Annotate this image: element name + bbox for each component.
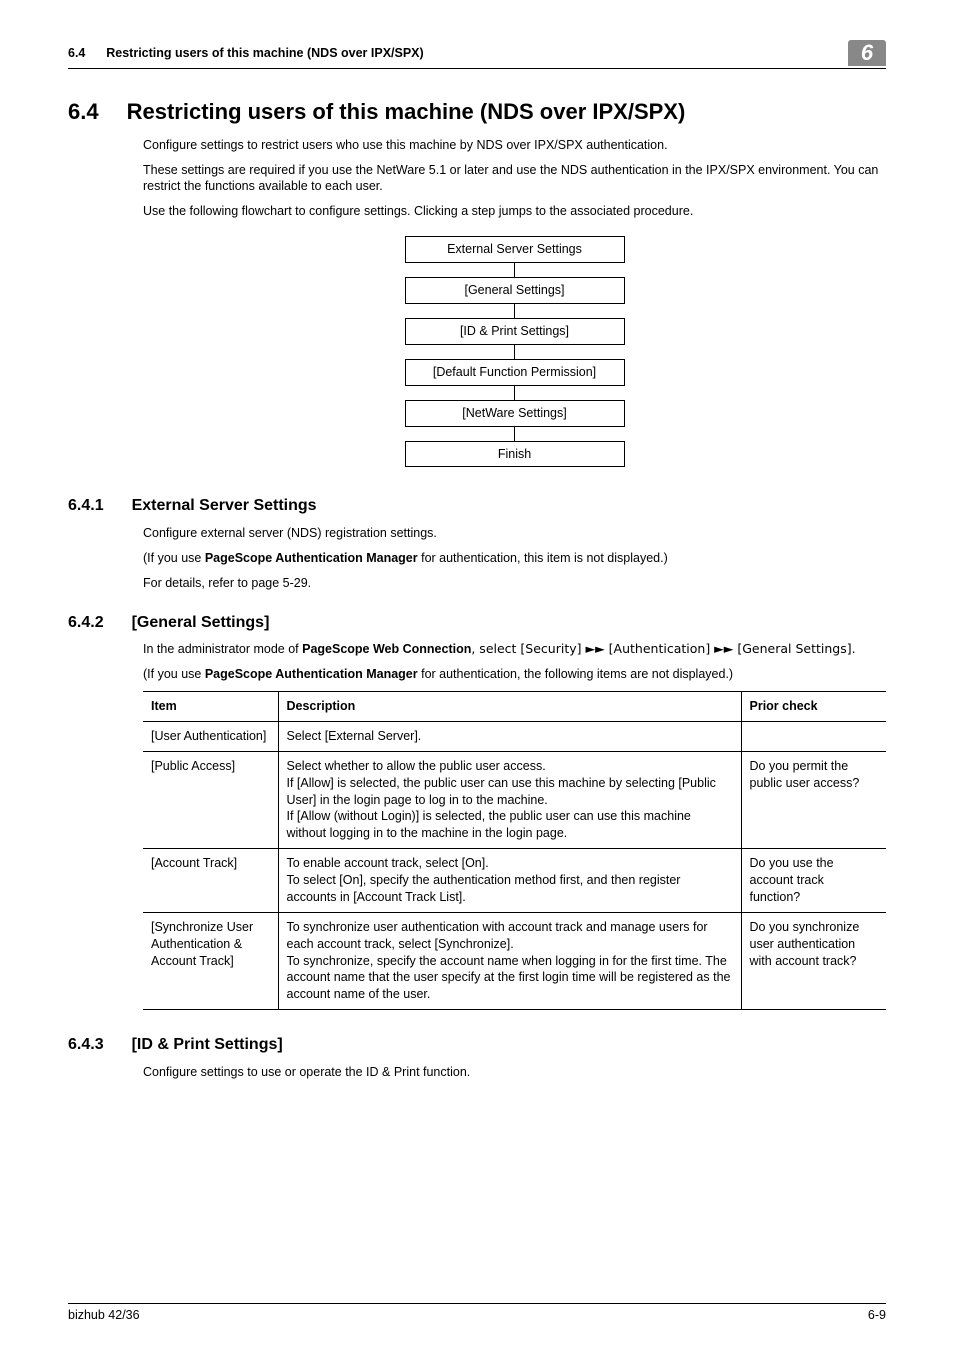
header-section-title: Restricting users of this machine (NDS o…: [106, 46, 423, 60]
header-left: 6.4 Restricting users of this machine (N…: [68, 45, 424, 62]
cell-prior: Do you use the account track function?: [741, 849, 886, 913]
cell-item: [User Authentication]: [143, 721, 278, 751]
text: In the administrator mode of: [143, 642, 302, 656]
subsection-heading-6-4-3: 6.4.3 [ID & Print Settings]: [68, 1034, 886, 1056]
subsection-heading-6-4-2: 6.4.2 [General Settings]: [68, 612, 886, 634]
sub-number: 6.4.1: [68, 495, 104, 517]
heading-number: 6.4: [68, 97, 99, 127]
flow-step-external-server[interactable]: External Server Settings: [405, 236, 625, 263]
cell-desc: To enable account track, select [On]. To…: [278, 849, 741, 913]
flow-connector: [405, 427, 625, 441]
text: for authentication, the following items …: [418, 667, 733, 681]
table-row: [Synchronize User Authentication & Accou…: [143, 912, 886, 1009]
bold-text: PageScope Authentication Manager: [205, 667, 418, 681]
table-row: [Public Access] Select whether to allow …: [143, 751, 886, 848]
cell-prior: [741, 721, 886, 751]
bold-text: PageScope Web Connection: [302, 642, 471, 656]
flow-step-id-print-settings[interactable]: [ID & Print Settings]: [405, 318, 625, 345]
sub-title: [ID & Print Settings]: [132, 1034, 283, 1056]
bold-text: PageScope Authentication Manager: [205, 551, 418, 565]
table-row: [User Authentication] Select [External S…: [143, 721, 886, 751]
intro-p3: Use the following flowchart to configure…: [143, 203, 886, 220]
flowchart: External Server Settings [General Settin…: [405, 236, 625, 467]
subsection-body: In the administrator mode of PageScope W…: [143, 641, 886, 1010]
header-section-number: 6.4: [68, 46, 85, 60]
chapter-badge: 6: [848, 40, 886, 66]
sec642-p2: (If you use PageScope Authentication Man…: [143, 666, 886, 683]
flow-step-general-settings[interactable]: [General Settings]: [405, 277, 625, 304]
footer-left: bizhub 42/36: [68, 1307, 140, 1324]
cell-desc: Select whether to allow the public user …: [278, 751, 741, 848]
cell-item: [Public Access]: [143, 751, 278, 848]
sub-title: External Server Settings: [132, 495, 317, 517]
heading-text: Restricting users of this machine (NDS o…: [127, 97, 686, 127]
cell-prior: Do you synchronize user authentication w…: [741, 912, 886, 1009]
intro-p1: Configure settings to restrict users who…: [143, 137, 886, 154]
text: for authentication, this item is not dis…: [418, 551, 668, 565]
flow-connector: [405, 304, 625, 318]
cell-prior: Do you permit the public user access?: [741, 751, 886, 848]
sec641-p3: For details, refer to page 5-29.: [143, 575, 886, 592]
page-header: 6.4 Restricting users of this machine (N…: [68, 40, 886, 69]
sec641-p1: Configure external server (NDS) registra…: [143, 525, 886, 542]
th-prior: Prior check: [741, 692, 886, 722]
subsection-heading-6-4-1: 6.4.1 External Server Settings: [68, 495, 886, 517]
subsection-body: Configure external server (NDS) registra…: [143, 525, 886, 592]
sub-number: 6.4.2: [68, 612, 104, 634]
flow-step-default-function-permission[interactable]: [Default Function Permission]: [405, 359, 625, 386]
flow-connector: [405, 386, 625, 400]
section-heading-6-4: 6.4 Restricting users of this machine (N…: [68, 97, 886, 127]
text: , select [Security] ►► [Authentication] …: [471, 641, 855, 656]
cell-item: [Account Track]: [143, 849, 278, 913]
text: (If you use: [143, 667, 205, 681]
intro-p2: These settings are required if you use t…: [143, 162, 886, 196]
page-footer: bizhub 42/36 6-9: [68, 1303, 886, 1324]
flow-step-netware-settings[interactable]: [NetWare Settings]: [405, 400, 625, 427]
sub-number: 6.4.3: [68, 1034, 104, 1056]
footer-right: 6-9: [868, 1307, 886, 1324]
table-header-row: Item Description Prior check: [143, 692, 886, 722]
cell-item: [Synchronize User Authentication & Accou…: [143, 912, 278, 1009]
sec642-p1: In the administrator mode of PageScope W…: [143, 641, 886, 658]
flow-connector: [405, 345, 625, 359]
table-row: [Account Track] To enable account track,…: [143, 849, 886, 913]
header-right: 6: [848, 40, 886, 66]
sec641-p2: (If you use PageScope Authentication Man…: [143, 550, 886, 567]
subsection-body: Configure settings to use or operate the…: [143, 1064, 886, 1081]
flow-connector: [405, 263, 625, 277]
settings-table: Item Description Prior check [User Authe…: [143, 691, 886, 1010]
section-body: Configure settings to restrict users who…: [143, 137, 886, 468]
sec643-p1: Configure settings to use or operate the…: [143, 1064, 886, 1081]
cell-desc: Select [External Server].: [278, 721, 741, 751]
th-description: Description: [278, 692, 741, 722]
cell-desc: To synchronize user authentication with …: [278, 912, 741, 1009]
sub-title: [General Settings]: [132, 612, 270, 634]
text: (If you use: [143, 551, 205, 565]
flow-step-finish: Finish: [405, 441, 625, 468]
th-item: Item: [143, 692, 278, 722]
